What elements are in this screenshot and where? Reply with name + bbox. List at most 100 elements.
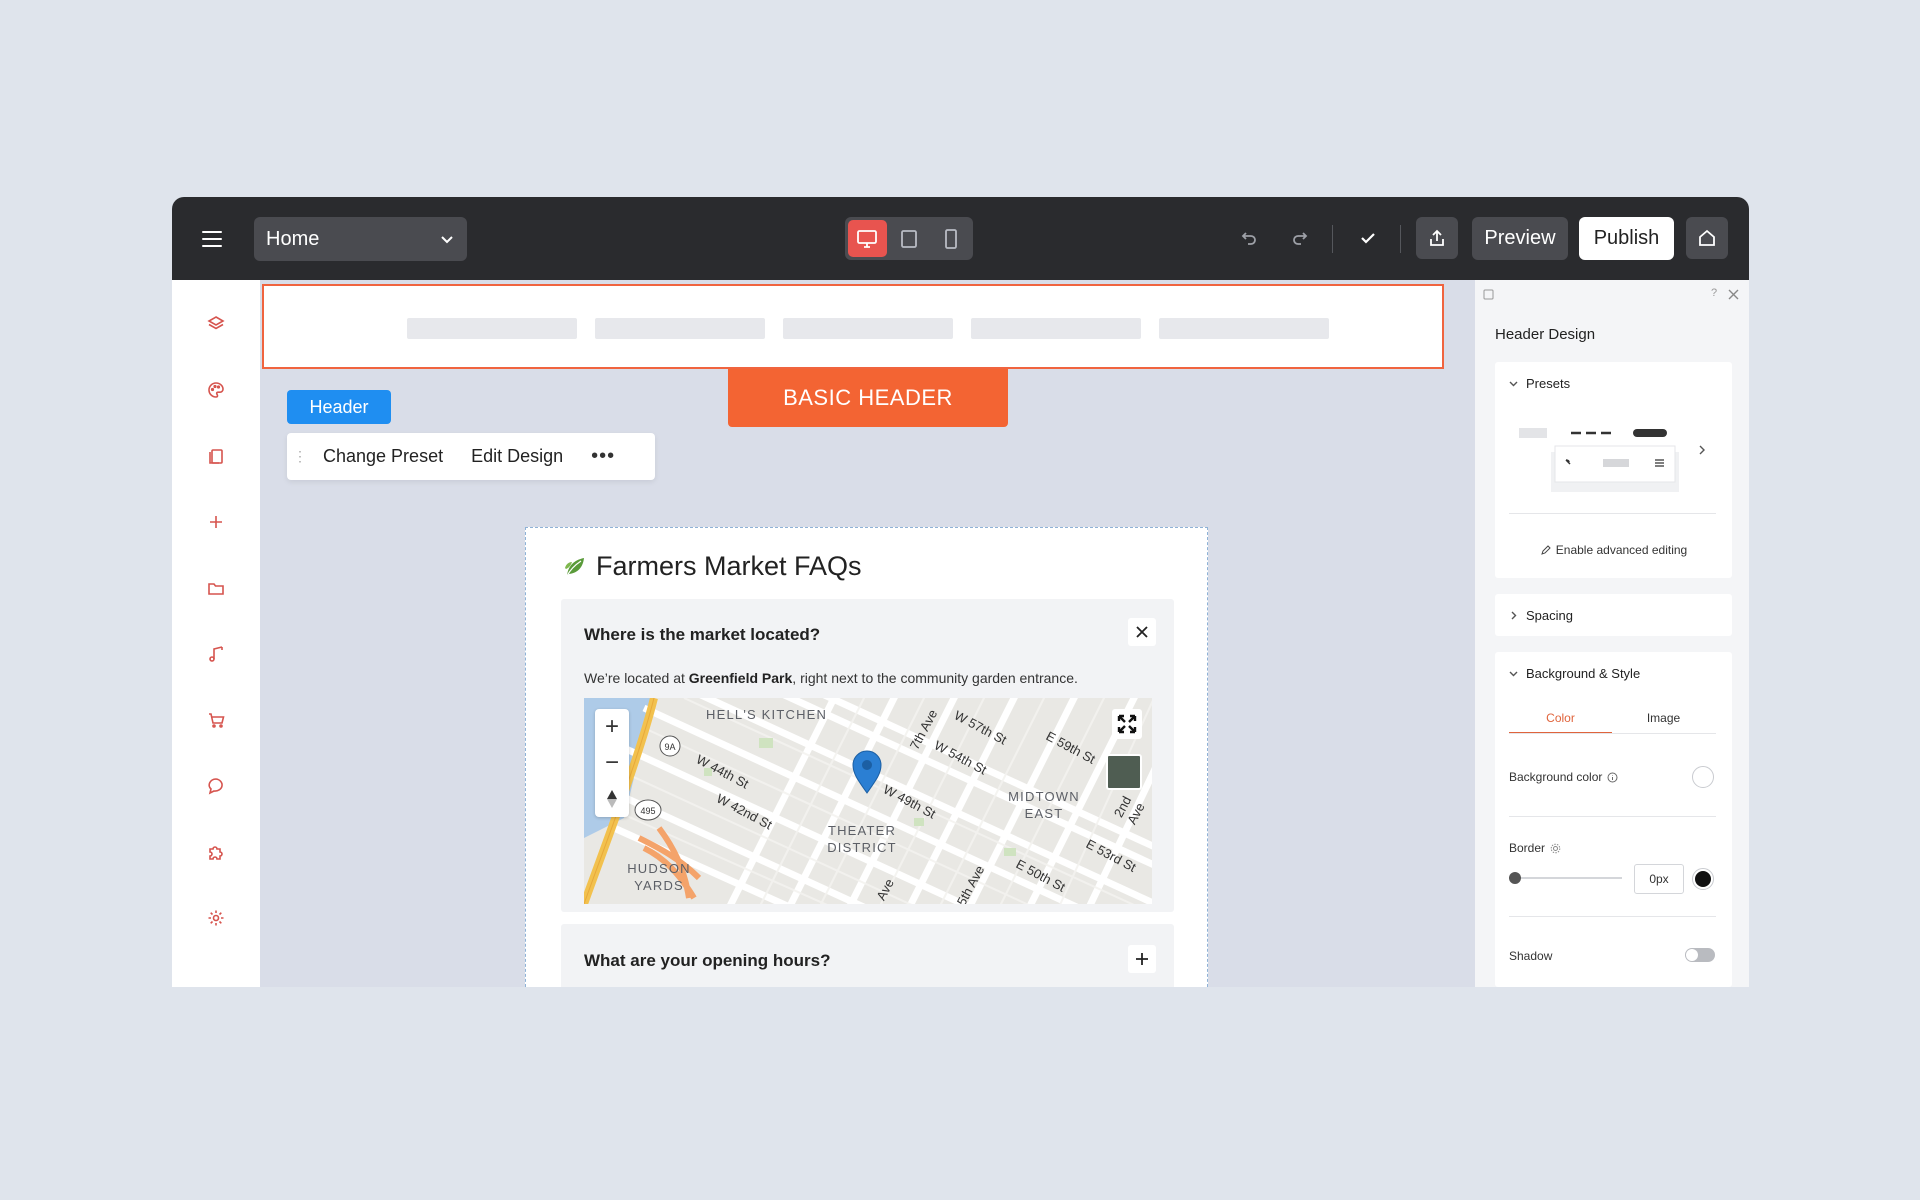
header-section[interactable]: [262, 284, 1444, 369]
faq-question[interactable]: What are your opening hours?: [584, 951, 831, 971]
more-options-button[interactable]: •••: [577, 445, 629, 468]
zoom-out-button[interactable]: −: [595, 745, 629, 781]
share-icon: [1430, 229, 1444, 246]
shadow-label: Shadow: [1509, 949, 1553, 963]
route-badge: 495: [640, 806, 655, 816]
mobile-icon: [944, 228, 957, 249]
faq-item: Where is the market located? We’re locat…: [561, 599, 1174, 912]
tab-color[interactable]: Color: [1509, 702, 1612, 734]
puzzle-icon[interactable]: [206, 842, 226, 862]
compass-icon: [607, 790, 617, 808]
help-icon[interactable]: ?: [1711, 287, 1717, 299]
design-panel: ? Header Design Presets Enable advanced …: [1475, 280, 1749, 987]
map-area-label: THEATER DISTRICT: [827, 823, 897, 855]
music-icon[interactable]: [206, 644, 226, 664]
device-switcher: [845, 217, 973, 260]
chat-icon[interactable]: [206, 776, 226, 796]
compass-button[interactable]: [595, 781, 629, 817]
tab-image[interactable]: Image: [1612, 702, 1715, 734]
map-area-label: HELL'S KITCHEN: [706, 707, 828, 722]
add-icon[interactable]: [206, 512, 226, 532]
element-tag[interactable]: Header: [287, 390, 391, 424]
info-icon: [1607, 772, 1618, 782]
collapse-button[interactable]: [1128, 618, 1156, 646]
background-style-header[interactable]: Background & Style: [1509, 666, 1640, 681]
nav-placeholder: [1159, 318, 1329, 339]
redo-button[interactable]: [1280, 217, 1322, 259]
toolbar-divider: [1332, 225, 1333, 253]
map-area-label: HUDSON YARDS: [627, 861, 691, 893]
chevron-down-icon: [441, 236, 453, 244]
faq-title: Farmers Market FAQs: [562, 551, 862, 582]
presets-section: Presets Enable advanced editing: [1495, 362, 1732, 578]
chevron-right-icon[interactable]: [1697, 444, 1707, 456]
spacing-section: Spacing: [1495, 594, 1732, 636]
pencil-icon: [1540, 544, 1551, 555]
spacing-header[interactable]: Spacing: [1509, 608, 1573, 623]
preset-thumbnail[interactable]: [1509, 416, 1679, 496]
layers-icon[interactable]: [206, 314, 226, 334]
mobile-view-button[interactable]: [931, 220, 970, 257]
save-check-button[interactable]: [1347, 217, 1389, 259]
dock-icon[interactable]: [1483, 289, 1494, 300]
drag-handle-icon[interactable]: ⋮: [291, 448, 309, 465]
tablet-icon: [901, 229, 917, 248]
nav-placeholder: [407, 318, 577, 339]
close-icon[interactable]: [1728, 289, 1739, 300]
enable-advanced-editing-link[interactable]: Enable advanced editing: [1495, 543, 1732, 557]
satellite-toggle[interactable]: [1106, 754, 1142, 790]
shadow-toggle[interactable]: [1685, 948, 1715, 962]
close-icon: [1136, 626, 1148, 638]
pages-icon[interactable]: [206, 446, 226, 466]
divider: [1509, 733, 1716, 734]
border-color-swatch[interactable]: [1692, 868, 1714, 890]
fullscreen-button[interactable]: [1112, 709, 1142, 739]
preset-preview-graphic: [1509, 416, 1679, 492]
edit-design-button[interactable]: Edit Design: [457, 446, 577, 467]
left-sidebar: [172, 280, 260, 987]
faq-title-text: Farmers Market FAQs: [596, 551, 862, 581]
home-icon: [1699, 229, 1715, 246]
tablet-view-button[interactable]: [890, 220, 929, 257]
nav-placeholder: [971, 318, 1141, 339]
toolbar-divider: [1400, 225, 1401, 253]
preview-button[interactable]: Preview: [1472, 217, 1568, 260]
location-map[interactable]: 9A 495 HELL'S KITCHEN MIDTOWN EAST THEAT…: [584, 698, 1152, 904]
chevron-down-icon: [1509, 381, 1518, 387]
faq-question[interactable]: Where is the market located?: [584, 625, 820, 645]
page-selector[interactable]: Home: [254, 217, 467, 261]
redo-icon: [1293, 232, 1308, 245]
chevron-down-icon: [1509, 671, 1518, 677]
home-button[interactable]: [1686, 217, 1728, 259]
change-preset-button[interactable]: Change Preset: [309, 446, 457, 467]
border-label: Border: [1509, 841, 1561, 855]
check-icon: [1361, 233, 1375, 244]
border-slider-track[interactable]: [1509, 877, 1622, 879]
settings-gear-icon[interactable]: [206, 908, 226, 928]
border-width-input[interactable]: 0px: [1634, 864, 1684, 894]
share-button[interactable]: [1416, 217, 1458, 259]
presets-header[interactable]: Presets: [1509, 376, 1570, 391]
fullscreen-icon: [1117, 714, 1137, 734]
publish-button[interactable]: Publish: [1579, 217, 1674, 260]
background-color-swatch[interactable]: [1692, 766, 1714, 788]
chevron-right-icon: [1511, 611, 1517, 620]
undo-button[interactable]: [1227, 217, 1269, 259]
folder-icon[interactable]: [206, 578, 226, 598]
route-badge: 9A: [664, 742, 675, 752]
map-area-label: MIDTOWN EAST: [1008, 789, 1080, 821]
plus-icon: [1136, 953, 1148, 965]
panel-header-icons: ?: [1475, 280, 1749, 304]
palette-icon[interactable]: [206, 380, 226, 400]
undo-icon: [1241, 232, 1256, 245]
expand-button[interactable]: [1128, 945, 1156, 973]
desktop-view-button[interactable]: [848, 220, 887, 257]
zoom-in-button[interactable]: +: [595, 709, 629, 745]
cart-icon[interactable]: [206, 710, 226, 730]
page-selector-value: Home: [266, 227, 320, 250]
menu-icon[interactable]: [202, 231, 222, 247]
nav-placeholder: [783, 318, 953, 339]
border-slider-thumb[interactable]: [1509, 872, 1521, 884]
faq-block[interactable]: Farmers Market FAQs Where is the market …: [525, 527, 1208, 987]
map-zoom-controls: + −: [595, 709, 629, 817]
